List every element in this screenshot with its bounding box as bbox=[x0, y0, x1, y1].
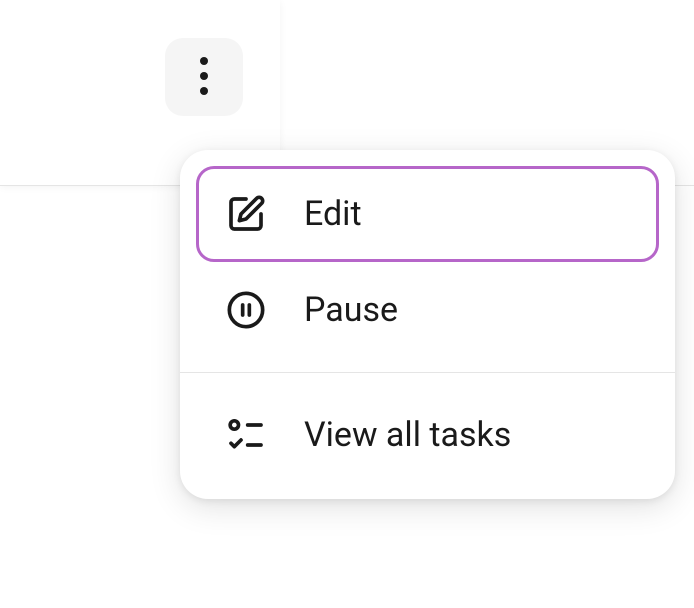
edit-icon bbox=[226, 194, 266, 234]
pause-icon bbox=[226, 290, 266, 330]
menu-item-edit[interactable]: Edit bbox=[196, 166, 659, 262]
menu-item-pause[interactable]: Pause bbox=[196, 262, 659, 358]
menu-item-view-all-tasks[interactable]: View all tasks bbox=[196, 387, 659, 483]
menu-item-label: View all tasks bbox=[304, 415, 511, 455]
menu-divider bbox=[180, 372, 675, 373]
more-vertical-icon bbox=[200, 57, 208, 98]
more-options-button[interactable] bbox=[165, 38, 243, 116]
menu-item-label: Edit bbox=[304, 194, 362, 234]
task-list-icon bbox=[226, 415, 266, 455]
dropdown-menu: Edit Pause bbox=[180, 150, 675, 499]
menu-item-label: Pause bbox=[304, 290, 398, 330]
